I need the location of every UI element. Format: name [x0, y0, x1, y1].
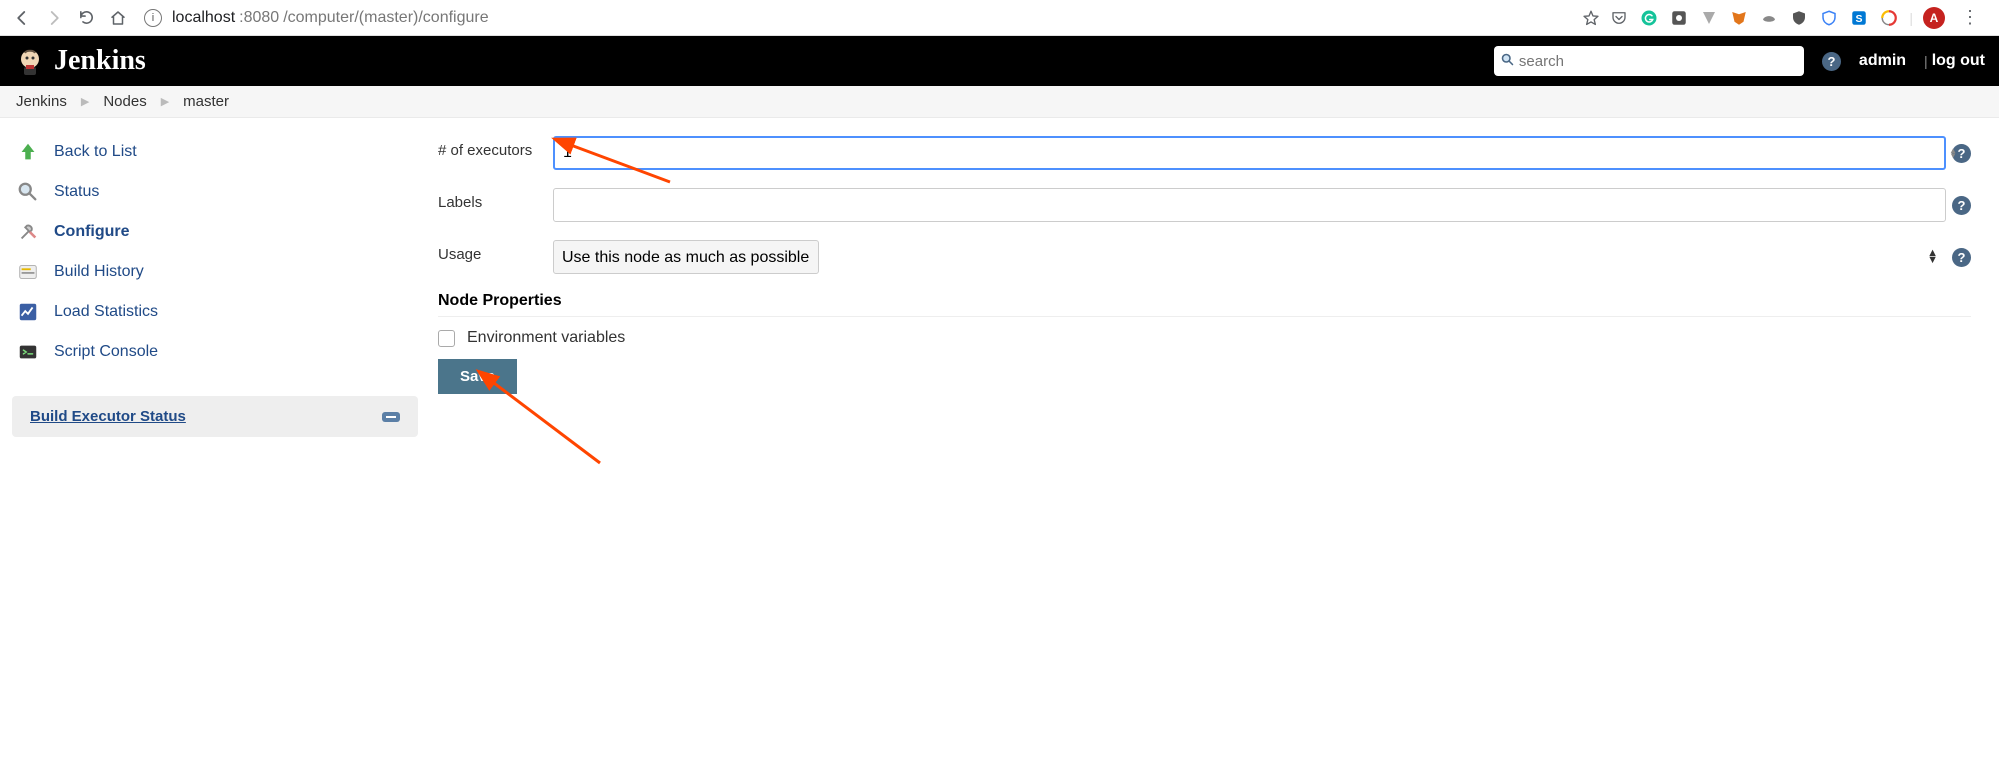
stats-icon: [16, 300, 40, 324]
extension-icons: S | A ⋮: [1609, 7, 1991, 29]
tools-icon: [16, 220, 40, 244]
forward-button[interactable]: [40, 4, 68, 32]
help-icon[interactable]: ?: [1822, 52, 1841, 71]
jenkins-title: Jenkins: [54, 45, 146, 77]
sidebar-item-script-console[interactable]: Script Console: [12, 332, 418, 372]
shield-icon[interactable]: [1789, 8, 1809, 28]
main-content: # of executors ▲▼ ? Labels ? Usage Use t…: [430, 118, 1999, 451]
sidebar-item-label: Back to List: [54, 143, 137, 161]
env-vars-label: Environment variables: [467, 329, 625, 347]
reload-button[interactable]: [72, 4, 100, 32]
jenkins-search[interactable]: [1494, 46, 1804, 76]
breadcrumb-item[interactable]: Jenkins: [16, 93, 67, 110]
sidebar-item-back[interactable]: Back to List: [12, 132, 418, 172]
extension-icon-4[interactable]: [1819, 8, 1839, 28]
sidebar-item-label: Build History: [54, 263, 144, 281]
sidebar: Back to List Status Configure Build Hist…: [0, 118, 430, 451]
sidebar-item-label: Load Statistics: [54, 303, 158, 321]
back-button[interactable]: [8, 4, 36, 32]
terminal-icon: [16, 340, 40, 364]
profile-avatar[interactable]: A: [1923, 7, 1945, 29]
help-icon[interactable]: ?: [1952, 144, 1971, 163]
sidebar-item-label: Configure: [54, 223, 130, 241]
breadcrumb-item[interactable]: Nodes: [103, 93, 146, 110]
arrow-up-icon: [16, 140, 40, 164]
logout-link[interactable]: log out: [1932, 52, 1985, 70]
jenkins-logo[interactable]: Jenkins: [14, 45, 146, 77]
url-host: localhost: [172, 9, 235, 27]
breadcrumb: Jenkins ▶ Nodes ▶ master: [0, 86, 1999, 118]
extension-icon-2[interactable]: [1699, 8, 1719, 28]
search-icon: [1500, 52, 1515, 70]
history-icon: [16, 260, 40, 284]
sidebar-item-configure[interactable]: Configure: [12, 212, 418, 252]
browser-toolbar: i localhost:8080/computer/(master)/confi…: [0, 0, 1999, 36]
extension-icon-1[interactable]: [1669, 8, 1689, 28]
executor-status-label[interactable]: Build Executor Status: [30, 408, 186, 425]
skype-icon[interactable]: S: [1849, 8, 1869, 28]
sidebar-item-status[interactable]: Status: [12, 172, 418, 212]
svg-text:S: S: [1856, 12, 1863, 24]
labels-label: Labels: [438, 188, 553, 211]
url-path: /computer/(master)/configure: [283, 9, 488, 27]
extension-icon-5[interactable]: [1879, 8, 1899, 28]
help-icon[interactable]: ?: [1952, 196, 1971, 215]
sidebar-item-label: Status: [54, 183, 99, 201]
save-button[interactable]: Save: [438, 359, 517, 394]
sidebar-item-build-history[interactable]: Build History: [12, 252, 418, 292]
collapse-icon[interactable]: [382, 412, 400, 422]
jenkins-header: Jenkins ? admin |log out: [0, 36, 1999, 86]
metamask-icon[interactable]: [1729, 8, 1749, 28]
labels-input[interactable]: [553, 188, 1946, 222]
search-input[interactable]: [1519, 53, 1798, 70]
browser-menu-button[interactable]: ⋮: [1955, 7, 1985, 28]
bookmark-star-icon[interactable]: [1577, 4, 1605, 32]
node-properties-heading: Node Properties: [438, 292, 1971, 317]
user-link[interactable]: admin: [1859, 52, 1906, 70]
chevron-right-icon: ▶: [81, 95, 89, 108]
home-button[interactable]: [104, 4, 132, 32]
address-bar[interactable]: i localhost:8080/computer/(master)/confi…: [136, 9, 1573, 27]
sidebar-item-load-statistics[interactable]: Load Statistics: [12, 292, 418, 332]
env-vars-checkbox[interactable]: [438, 330, 455, 347]
select-chevron-icon: ▲▼: [1927, 250, 1938, 264]
search-icon: [16, 180, 40, 204]
usage-select[interactable]: Use this node as much as possible: [553, 240, 819, 274]
sidebar-item-label: Script Console: [54, 343, 158, 361]
grammarly-icon[interactable]: [1639, 8, 1659, 28]
usage-label: Usage: [438, 240, 553, 263]
extension-icon-3[interactable]: [1759, 8, 1779, 28]
executors-label: # of executors: [438, 136, 553, 159]
jenkins-logo-icon: [14, 45, 46, 77]
url-port: :8080: [239, 9, 279, 27]
chevron-right-icon: ▶: [161, 95, 169, 108]
help-icon[interactable]: ?: [1952, 248, 1971, 267]
build-executor-status[interactable]: Build Executor Status: [12, 396, 418, 437]
pocket-icon[interactable]: [1609, 8, 1629, 28]
breadcrumb-item[interactable]: master: [183, 93, 229, 110]
executors-input[interactable]: [553, 136, 1946, 170]
site-info-icon[interactable]: i: [144, 9, 162, 27]
